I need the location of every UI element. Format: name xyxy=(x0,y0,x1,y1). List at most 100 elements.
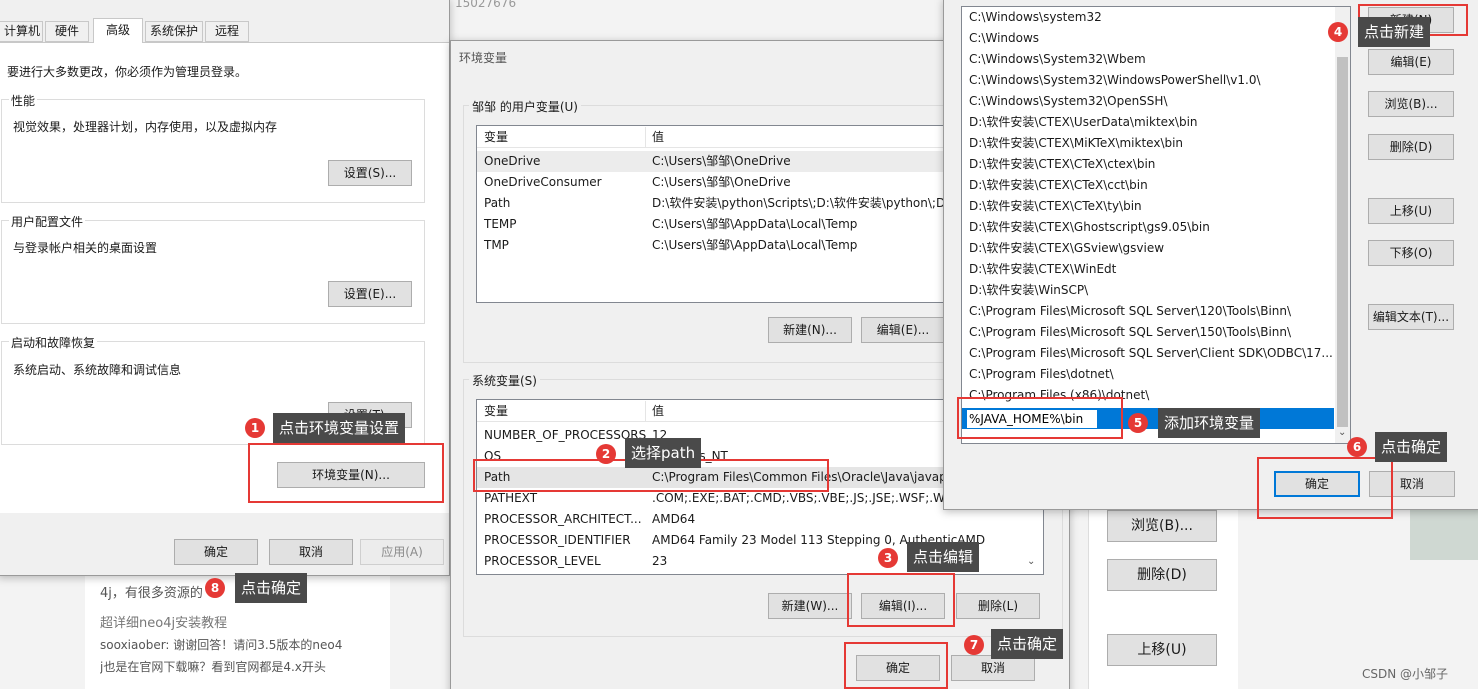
list-scrollbar[interactable]: ⌄ xyxy=(1335,7,1350,443)
bg-up-button: 上移(U) xyxy=(1107,634,1217,666)
step-badge: 1 xyxy=(245,418,265,438)
step-tooltip: 点击确定 xyxy=(991,629,1064,659)
list-item[interactable]: D:\软件安装\CTEX\CTeX\ty\bin xyxy=(962,196,1350,217)
tab-hardware[interactable]: 硬件 xyxy=(45,21,89,42)
step-badge: 8 xyxy=(205,578,225,598)
highlight-env-button xyxy=(248,443,444,503)
var-name: TEMP xyxy=(484,217,517,231)
list-item[interactable]: C:\Program Files\Microsoft SQL Server\15… xyxy=(962,322,1350,343)
list-item[interactable]: D:\软件安装\CTEX\CTeX\cct\bin xyxy=(962,175,1350,196)
highlight-new-entry xyxy=(957,397,1123,439)
highlight-edit-button xyxy=(847,573,955,627)
profile-settings-button[interactable]: 设置(E)... xyxy=(328,281,412,307)
list-item[interactable]: C:\Program Files\Microsoft SQL Server\Cl… xyxy=(962,343,1350,364)
system-new-button[interactable]: 新建(W)... xyxy=(768,593,852,619)
step-badge: 4 xyxy=(1328,22,1348,42)
performance-settings-button[interactable]: 设置(S)... xyxy=(328,160,412,186)
list-item[interactable]: D:\软件安装\CTEX\UserData\miktex\bin xyxy=(962,112,1350,133)
table-row[interactable]: PROCESSOR_ARCHITECT... AMD64 xyxy=(477,509,1043,530)
sysprops-cancel-button[interactable]: 取消 xyxy=(269,539,353,565)
path-delete-button[interactable]: 删除(D) xyxy=(1368,134,1454,160)
col-var-header[interactable]: 变量 xyxy=(484,127,508,147)
list-item[interactable]: D:\软件安装\CTEX\Ghostscript\gs9.05\bin xyxy=(962,217,1350,238)
tab-advanced[interactable]: 高级 xyxy=(93,18,143,43)
step-tooltip: 点击编辑 xyxy=(907,542,980,572)
chevron-down-icon[interactable]: ⌄ xyxy=(1027,556,1035,567)
path-browse-button[interactable]: 浏览(B)... xyxy=(1368,91,1454,117)
list-item[interactable]: C:\Windows\system32 xyxy=(962,7,1350,28)
admin-note: 要进行大多数更改，你必须作为管理员登录。 xyxy=(7,65,248,79)
bg-comment-text: j也是在官网下载嘛？看到官网都是4.x开头 xyxy=(100,660,326,674)
bg-top-number: 15027676 xyxy=(455,0,517,10)
col-val-header[interactable]: 值 xyxy=(652,401,664,421)
col-val-header[interactable]: 值 xyxy=(652,127,664,147)
var-value: C:\Users\邹邹\AppData\Local\Temp xyxy=(652,217,858,231)
step-tooltip: 点击确定 xyxy=(235,573,308,603)
tab-system-protection[interactable]: 系统保护 xyxy=(145,21,203,42)
var-name: Path xyxy=(484,196,511,210)
highlight-path-ok xyxy=(1257,457,1393,519)
var-value: C:\Users\邹邹\AppData\Local\Temp xyxy=(652,238,858,252)
system-vars-title: 系统变量(S) xyxy=(469,372,540,389)
list-item[interactable]: D:\软件安装\CTEX\WinEdt xyxy=(962,259,1350,280)
list-item[interactable]: C:\Program Files\dotnet\ xyxy=(962,364,1350,385)
bg-comment-text: 4j，有很多资源的 xyxy=(100,586,203,601)
sysprops-ok-button[interactable]: 确定 xyxy=(174,539,258,565)
step-tooltip: 点击新建 xyxy=(1358,17,1431,47)
performance-desc: 视觉效果，处理器计划，内存使用，以及虚拟内存 xyxy=(13,120,278,134)
profile-title: 用户配置文件 xyxy=(9,213,86,230)
tab-remote[interactable]: 远程 xyxy=(205,21,249,42)
user-edit-button[interactable]: 编辑(E)... xyxy=(861,317,945,343)
step-badge: 2 xyxy=(596,444,616,464)
tab-computer-name[interactable]: 计算机名 xyxy=(0,21,43,42)
list-item[interactable]: C:\Windows\System32\WindowsPowerShell\v1… xyxy=(962,70,1350,91)
list-item[interactable]: C:\Windows\System32\OpenSSH\ xyxy=(962,91,1350,112)
step-tooltip: 添加环境变量 xyxy=(1158,408,1261,438)
list-item[interactable]: D:\软件安装\CTEX\MiKTeX\miktex\bin xyxy=(962,133,1350,154)
list-item[interactable]: C:\Windows xyxy=(962,28,1350,49)
step-badge: 6 xyxy=(1347,437,1367,457)
highlight-env-ok xyxy=(844,642,948,689)
list-item[interactable]: D:\软件安装\CTEX\GSview\gsview xyxy=(962,238,1350,259)
var-name: NUMBER_OF_PROCESSORS xyxy=(484,428,647,442)
list-item[interactable]: C:\Windows\System32\Wbem xyxy=(962,49,1350,70)
chevron-down-icon[interactable]: ⌄ xyxy=(1338,427,1346,438)
bg-browse-button: 浏览(B)... xyxy=(1107,510,1217,542)
step-badge: 3 xyxy=(878,548,898,568)
startup-title: 启动和故障恢复 xyxy=(9,334,98,351)
list-item[interactable]: C:\Program Files\Microsoft SQL Server\12… xyxy=(962,301,1350,322)
step-badge: 7 xyxy=(964,635,984,655)
path-move-up-button[interactable]: 上移(U) xyxy=(1368,198,1454,224)
sysprops-apply-button: 应用(A) xyxy=(360,539,444,565)
step-badge: 5 xyxy=(1128,413,1148,433)
var-name: PROCESSOR_ARCHITECT... xyxy=(484,512,642,526)
system-delete-button[interactable]: 删除(L) xyxy=(956,593,1040,619)
list-item[interactable]: D:\软件安装\WinSCP\ xyxy=(962,280,1350,301)
csdn-watermark: CSDN @小邹子 xyxy=(1362,667,1449,681)
path-list: C:\Windows\system32 C:\Windows C:\Window… xyxy=(961,6,1351,444)
bg-comment-text: sooxiaober: 谢谢回答！请问3.5版本的neo4 xyxy=(100,638,343,652)
var-name: PROCESSOR_IDENTIFIER xyxy=(484,533,631,547)
var-value: C:\Users\邹邹\OneDrive xyxy=(652,175,791,189)
path-edit-text-button[interactable]: 编辑文本(T)... xyxy=(1368,304,1454,330)
col-var-header[interactable]: 变量 xyxy=(484,401,508,421)
path-move-down-button[interactable]: 下移(O) xyxy=(1368,240,1454,266)
var-value: 23 xyxy=(652,554,668,568)
scrollbar-thumb[interactable] xyxy=(1337,57,1348,427)
performance-group xyxy=(1,99,425,203)
col-divider xyxy=(645,401,646,421)
bg-delete-button: 删除(D) xyxy=(1107,559,1217,591)
env-title: 环境变量 xyxy=(459,51,508,65)
bg-article-link[interactable]: 超详细neo4j安装教程 xyxy=(100,612,227,631)
var-value: AMD64 xyxy=(652,512,696,526)
user-new-button[interactable]: 新建(N)... xyxy=(768,317,852,343)
var-name: PROCESSOR_LEVEL xyxy=(484,554,601,568)
profile-desc: 与登录帐户相关的桌面设置 xyxy=(13,241,158,255)
performance-title: 性能 xyxy=(9,92,38,109)
profile-group xyxy=(1,220,425,324)
var-value: D:\软件安装\python\Scripts\;D:\软件安装\python\;… xyxy=(652,196,950,210)
path-edit-button[interactable]: 编辑(E) xyxy=(1368,49,1454,75)
tab-bar: 计算机名 硬件 高级 系统保护 远程 xyxy=(0,18,449,43)
list-item[interactable]: D:\软件安装\CTEX\CTeX\ctex\bin xyxy=(962,154,1350,175)
var-name: OneDriveConsumer xyxy=(484,175,602,189)
